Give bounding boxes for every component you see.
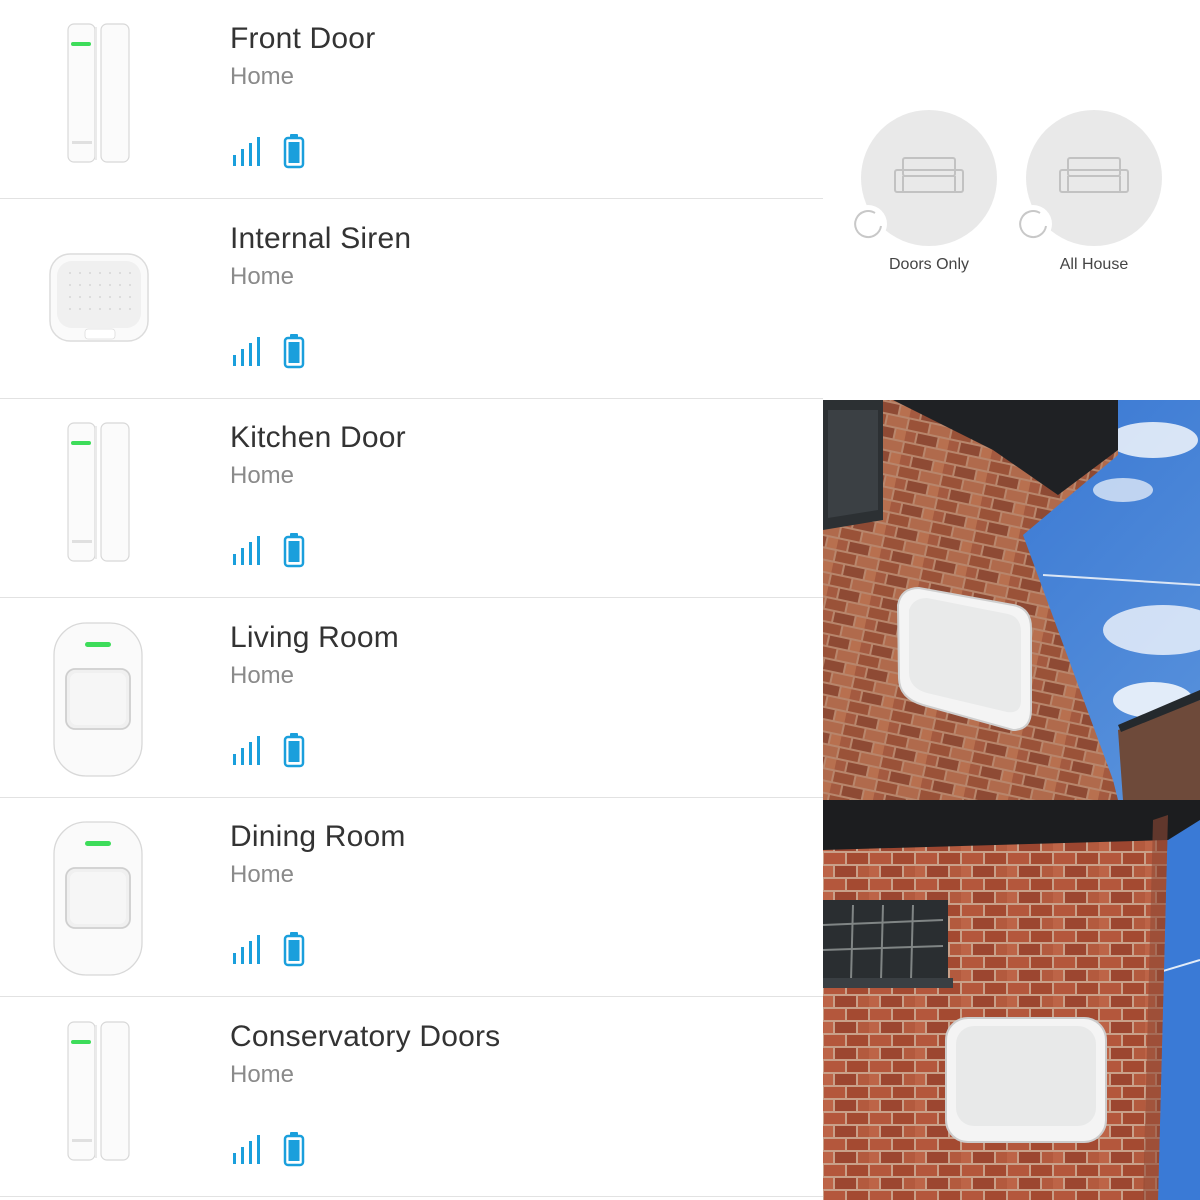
door-contact-image	[40, 414, 160, 579]
siren-wall-photo	[823, 400, 1200, 800]
scene-label: All House	[1059, 256, 1129, 273]
siren-on-brick-wall-photo	[823, 800, 1200, 1200]
device-room: Home	[230, 861, 295, 888]
device-row[interactable]: Front Door Home	[0, 0, 823, 199]
battery-full-icon	[283, 532, 305, 568]
door-contact-image	[40, 15, 160, 180]
device-row[interactable]: Living Room Home	[0, 599, 823, 798]
signal-strength-icon	[232, 1134, 260, 1164]
device-row[interactable]: Kitchen Door Home	[0, 399, 823, 598]
device-room: Home	[230, 462, 295, 489]
device-name: Front Door	[230, 22, 376, 55]
device-row[interactable]: Dining Room Home	[0, 798, 823, 997]
battery-full-icon	[283, 333, 305, 369]
siren-wall-photo-2	[823, 800, 1200, 1200]
battery-full-icon	[283, 1131, 305, 1167]
scene-all-house[interactable]: All House	[1011, 110, 1171, 290]
siren-image	[40, 215, 160, 380]
device-list: Front Door Home Internal Siren Home Kitchen …	[0, 0, 823, 1200]
device-name: Dining Room	[230, 820, 406, 853]
battery-full-icon	[283, 133, 305, 169]
device-name: Conservatory Doors	[230, 1020, 501, 1053]
siren-on-brick-wall-photo	[823, 400, 1200, 800]
motion-detector-image	[40, 813, 160, 978]
device-room: Home	[230, 63, 295, 90]
device-row[interactable]: Conservatory Doors Home	[0, 998, 823, 1197]
device-room: Home	[230, 263, 295, 290]
device-room: Home	[230, 1061, 295, 1088]
device-name: Internal Siren	[230, 222, 412, 255]
scene-label: Doors Only	[888, 256, 970, 273]
loading-spinner-icon	[848, 204, 888, 244]
motion-detector-image	[40, 614, 160, 779]
device-name: Living Room	[230, 621, 399, 654]
door-contact-image	[40, 1013, 160, 1178]
signal-strength-icon	[232, 735, 260, 765]
device-room: Home	[230, 662, 295, 689]
battery-full-icon	[283, 931, 305, 967]
device-row[interactable]: Internal Siren Home	[0, 200, 823, 399]
signal-strength-icon	[232, 535, 260, 565]
sofa-icon	[893, 156, 965, 196]
signal-strength-icon	[232, 934, 260, 964]
scene-panel: Doors Only All House	[823, 0, 1200, 400]
signal-strength-icon	[232, 336, 260, 366]
device-name: Kitchen Door	[230, 421, 406, 454]
battery-full-icon	[283, 732, 305, 768]
sofa-icon	[1058, 156, 1130, 196]
scene-doors-only[interactable]: Doors Only	[846, 110, 1006, 290]
signal-strength-icon	[232, 136, 260, 166]
loading-spinner-icon	[1013, 204, 1053, 244]
